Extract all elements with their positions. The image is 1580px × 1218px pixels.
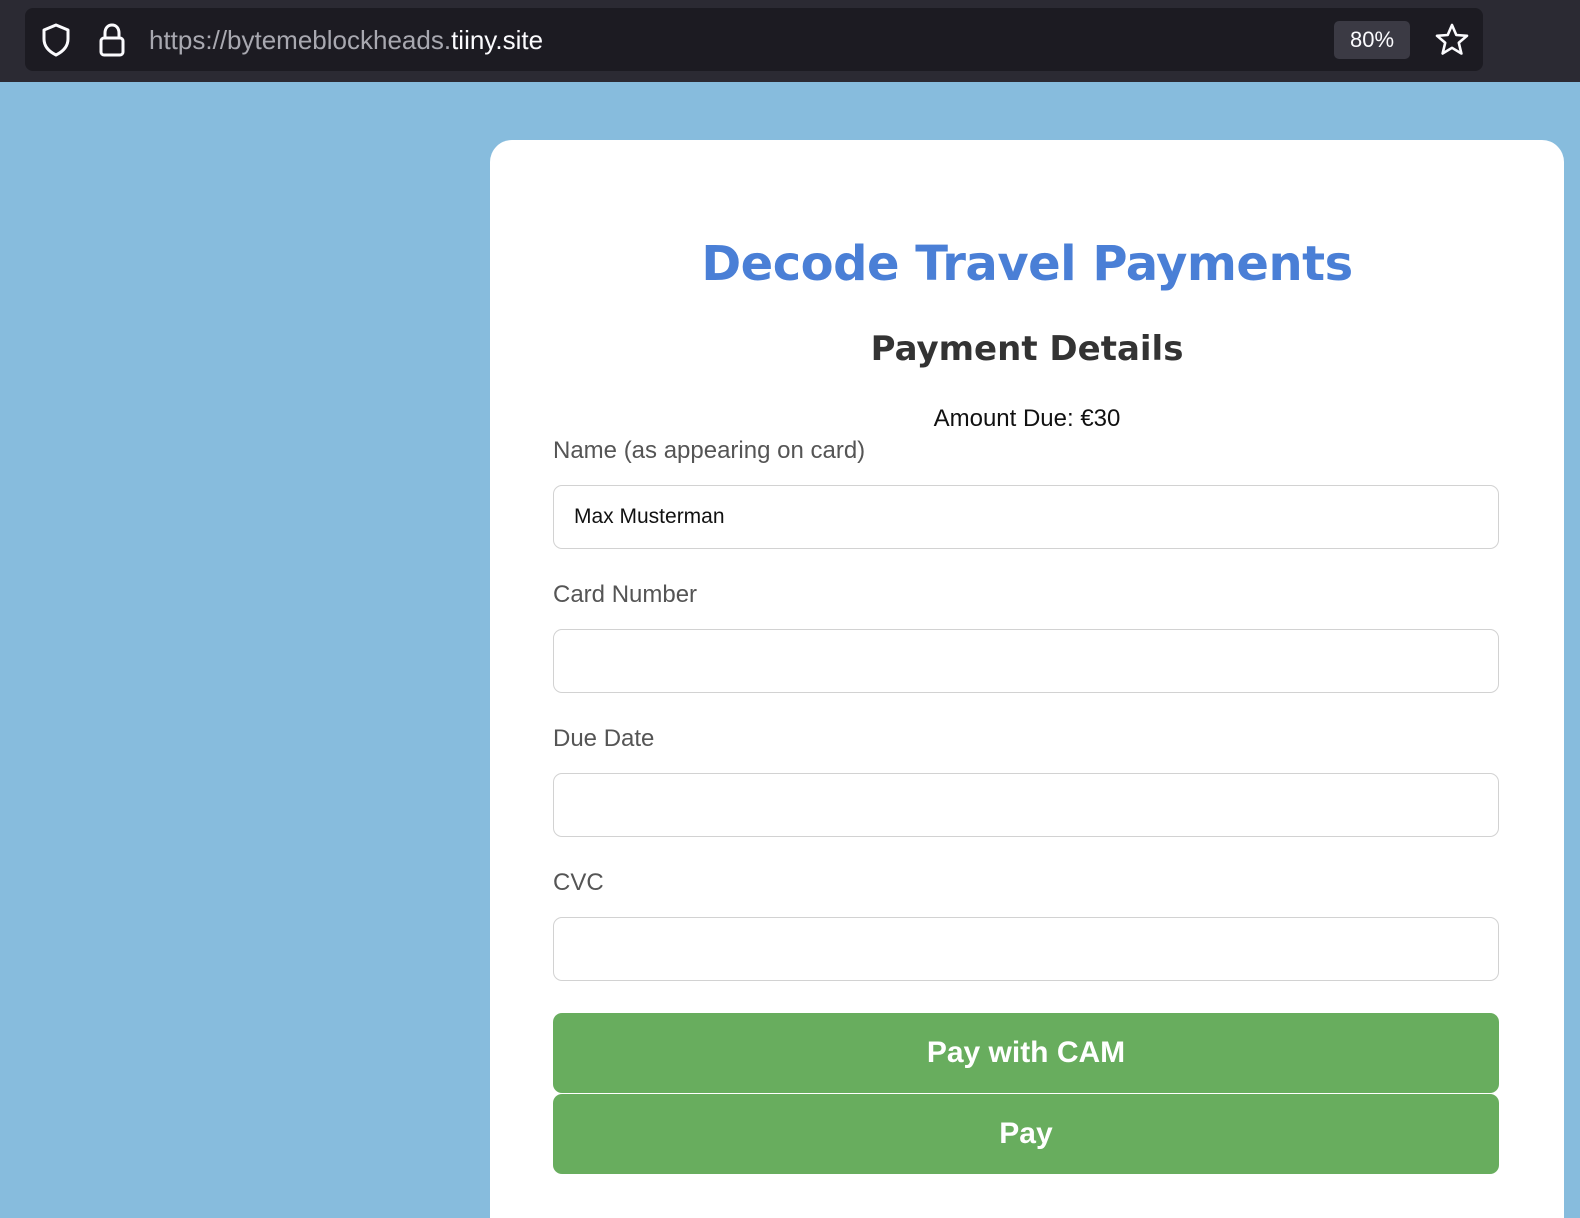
cvc-input[interactable] [553, 917, 1499, 981]
url-prefix: https://bytemeblockheads. [149, 25, 452, 55]
url-host: tiiny.site [451, 25, 544, 55]
shield-icon[interactable] [39, 22, 73, 58]
pay-with-cam-button[interactable]: Pay with CAM [553, 1013, 1499, 1093]
name-input[interactable] [553, 485, 1499, 549]
due-date-input[interactable] [553, 773, 1499, 837]
star-icon[interactable] [1434, 22, 1470, 58]
browser-toolbar: https://bytemeblockheads.tiiny.site 80% [0, 0, 1580, 82]
card-number-label: Card Number [553, 581, 698, 608]
cvc-label: CVC [553, 869, 604, 896]
pay-button[interactable]: Pay [553, 1094, 1499, 1174]
payment-details-heading: Payment Details [870, 329, 1184, 369]
amount-due: Amount Due: €30 [933, 405, 1121, 432]
url-text[interactable]: https://bytemeblockheads.tiiny.site [149, 24, 543, 56]
card-number-input[interactable] [553, 629, 1499, 693]
lock-icon[interactable] [95, 22, 129, 58]
zoom-level-button[interactable]: 80% [1334, 21, 1410, 59]
due-date-label: Due Date [553, 725, 655, 752]
payment-card: Decode Travel Payments Payment Details A… [490, 140, 1564, 1218]
url-bar[interactable]: https://bytemeblockheads.tiiny.site 80% [25, 8, 1483, 71]
page-title: Decode Travel Payments [701, 236, 1353, 292]
page-viewport: Decode Travel Payments Payment Details A… [0, 82, 1580, 1218]
name-label: Name (as appearing on card) [553, 437, 866, 464]
